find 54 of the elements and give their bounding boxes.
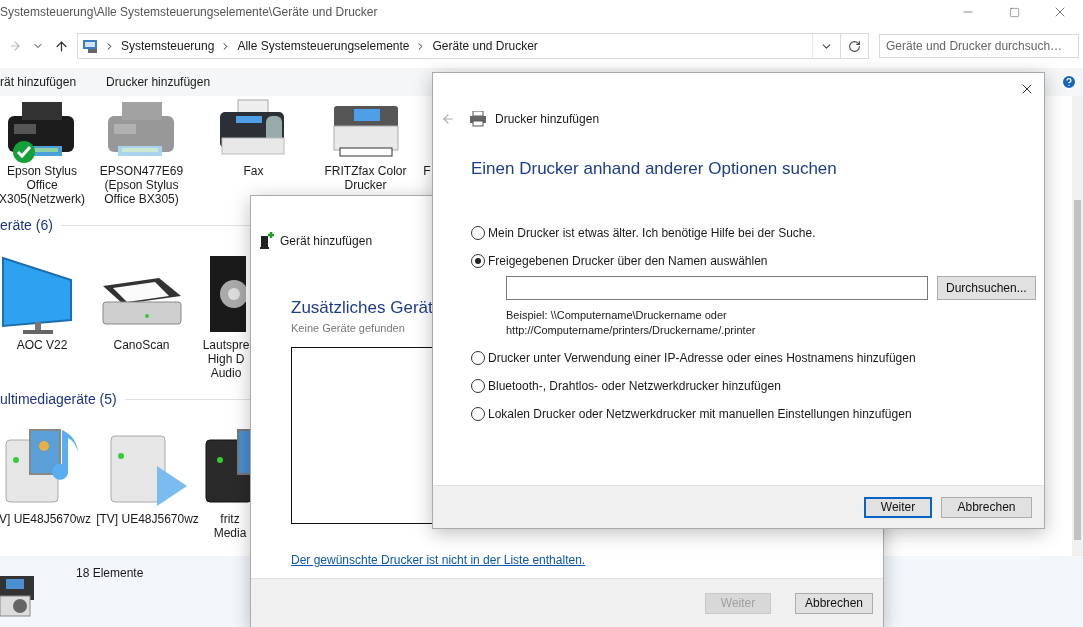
- control-panel-icon: [82, 38, 98, 54]
- breadcrumb-item[interactable]: Systemsteuerung: [121, 39, 215, 53]
- printer-name-field[interactable]: [506, 276, 928, 300]
- dialog-title: Drucker hinzufügen: [495, 112, 600, 126]
- refresh-icon: [848, 39, 861, 53]
- option-label[interactable]: Drucker unter Verwendung einer IP-Adresse oder eines Hostnamens hinzufügen: [488, 351, 916, 365]
- address-bar[interactable]: Systemsteuerung Alle Systemsteuerungselemente Geräte und Drucker: [77, 33, 841, 59]
- hint-text: http://Computername/printers/Druckername/.printer: [506, 323, 757, 338]
- window-title: Systemsteuerung\Alle Systemsteuerungselemente\Geräte und Drucker: [0, 5, 378, 19]
- printer-icon: [469, 111, 487, 127]
- dialog-title: Gerät hinzufügen: [280, 234, 373, 248]
- forward-icon: [8, 39, 22, 53]
- device-label[interactable]: Fax: [243, 164, 264, 178]
- dialog-heading: Einen Drucker anhand anderer Optionen suchen: [471, 159, 837, 178]
- device-label[interactable]: AOC V22: [16, 338, 68, 352]
- device-label[interactable]: FRITZfax Color Drucker: [324, 164, 407, 192]
- device-label[interactable]: Epson Stylus Office X305(Netzwerk): [0, 164, 85, 206]
- device-add-icon: [260, 232, 274, 250]
- device-label[interactable]: [TV] UE48J5670wz: [96, 512, 199, 526]
- dialog-heading: Zusätzliches Gerät: [291, 298, 433, 318]
- option-label[interactable]: Mein Drucker ist etwas älter. Ich benötige Hilfe bei der Suche.: [488, 226, 816, 240]
- radio-button[interactable]: [471, 254, 485, 268]
- group-header[interactable]: ultimediageräte (5): [0, 391, 117, 407]
- refresh-button[interactable]: [841, 33, 869, 59]
- breadcrumb-item[interactable]: Alle Systemsteuerungselemente: [237, 39, 410, 53]
- search-field[interactable]: Geräte und Drucker durchsuch…: [879, 34, 1079, 58]
- radio-button[interactable]: [471, 407, 485, 421]
- hint-text: Beispiel: \\Computername\Druckername oder: [506, 308, 728, 323]
- help-icon[interactable]: [1061, 74, 1077, 90]
- browse-button[interactable]: Durchsuchen...: [937, 276, 1036, 300]
- next-button[interactable]: Weiter: [864, 496, 932, 518]
- device-label[interactable]: CanoScan: [113, 338, 170, 352]
- radio-button[interactable]: [471, 351, 485, 365]
- up-arrow-icon: [54, 38, 69, 54]
- option-label[interactable]: Bluetooth-, Drahtlos- oder Netzwerkdrucker hinzufügen: [488, 379, 781, 393]
- option-label[interactable]: Freigegebenen Drucker über den Namen auswählen: [488, 254, 768, 268]
- item-count: 18 Elemente: [76, 566, 144, 580]
- device-label[interactable]: F: [423, 164, 431, 178]
- scrollbar[interactable]: [1072, 96, 1083, 556]
- cancel-button[interactable]: Abbrechen: [795, 592, 873, 614]
- missing-printer-link[interactable]: Der gewünschte Drucker ist nicht in der Liste enthalten.: [291, 553, 586, 567]
- device-label[interactable]: Lautspre High D Audio: [202, 338, 250, 380]
- group-header[interactable]: eräte (6): [0, 217, 53, 233]
- cancel-button[interactable]: Abbrechen: [941, 496, 1032, 518]
- status-text: Keine Geräte gefunden: [291, 322, 405, 334]
- radio-button[interactable]: [471, 379, 485, 393]
- command-button[interactable]: Drucker hinzufügen: [106, 75, 211, 89]
- breadcrumb-item[interactable]: Geräte und Drucker: [432, 39, 538, 53]
- device-label[interactable]: EPSON477E69 (Epson Stylus Office BX305): [99, 164, 184, 206]
- maximize-icon: [1008, 6, 1020, 18]
- device-label[interactable]: fritz Media: [213, 512, 247, 540]
- radio-button[interactable]: [471, 226, 485, 240]
- option-label[interactable]: Lokalen Drucker oder Netzwerkdrucker mit manuellen Einstellungen hinzufügen: [488, 407, 912, 421]
- command-button[interactable]: rät hinzufügen: [0, 75, 77, 89]
